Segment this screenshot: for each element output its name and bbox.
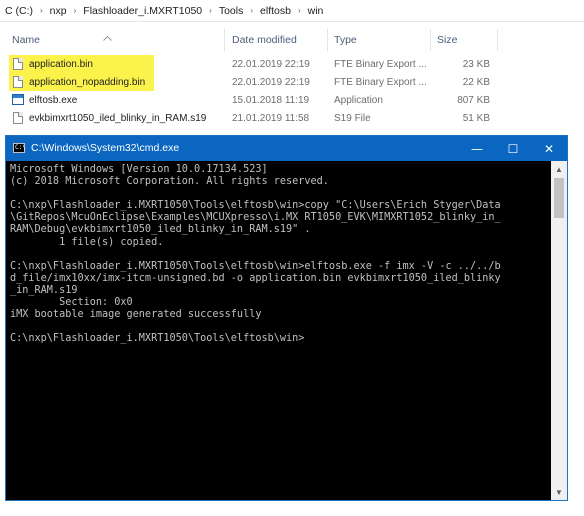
maximize-icon: ☐ [507,141,519,156]
breadcrumb: C (C:) › nxp › Flashloader_i.MXRT1050 › … [0,0,584,22]
console-line: d_file/imx10xx/imx-itcm-unsigned.bd -o a… [10,272,501,284]
sort-up-icon [103,34,112,43]
console-line: RAM\Debug\evkbimxrt1050_iled_blinky_in_R… [10,224,311,236]
chevron-right-icon: › [40,6,43,15]
cmd-titlebar[interactable]: C:\ C:\Windows\System32\cmd.exe — ☐ ✕ [6,136,567,161]
chevron-right-icon: › [209,6,212,15]
file-icon [13,76,23,88]
console-line: C:\nxp\Flashloader_i.MXRT1050\Tools\elft… [10,260,501,272]
column-header-size[interactable]: Size [437,34,457,46]
breadcrumb-win[interactable]: win [306,5,326,17]
file-icon [13,58,23,70]
column-header-type[interactable]: Type [334,34,357,46]
file-icon [13,112,23,124]
file-date: 15.01.2018 11:19 [232,95,310,106]
console-output[interactable]: Microsoft Windows [Version 10.0.17134.52… [10,164,550,496]
column-headers: Name Date modified Type Size [0,25,584,51]
exe-icon [12,94,24,105]
console-line: iMX bootable image generated successfull… [10,309,262,321]
chevron-right-icon: › [297,6,301,15]
cmd-app-icon-label: C:\ [15,144,26,151]
column-divider[interactable] [327,29,328,51]
cmd-app-icon[interactable]: C:\ [13,143,26,153]
file-date: 21.01.2019 11:58 [232,113,310,124]
file-size: 51 KB [462,113,490,124]
file-name: elftosb.exe [29,95,78,106]
file-row[interactable]: application.bin 22.01.2019 22:19 FTE Bin… [0,55,584,91]
chevron-up-icon: ▲ [555,164,563,174]
file-type: FTE Binary Export ... [334,77,427,88]
console-line: (c) 2018 Microsoft Corporation. All righ… [10,176,329,188]
file-size: 23 KB [462,59,490,70]
window-title: C:\Windows\System32\cmd.exe [31,142,180,154]
column-divider[interactable] [497,29,498,51]
console-line: 1 file(s) copied. [10,236,164,248]
vertical-scrollbar[interactable]: ▲ ▼ [551,161,567,500]
column-header-name[interactable]: Name [12,34,40,46]
file-type: S19 File [334,113,371,124]
console-line: \GitRepos\McuOnEclipse\Examples\MCUXpres… [10,212,501,224]
minimize-icon: — [471,141,483,156]
breadcrumb-drive[interactable]: C (C:) [3,5,35,17]
file-date: 22.01.2019 22:19 [232,59,310,70]
console-line: Section: 0x0 [10,297,133,309]
file-name: application_nopadding.bin [29,77,146,88]
scroll-down-button[interactable]: ▼ [551,484,567,500]
file-name: application.bin [29,59,93,70]
close-button[interactable]: ✕ [531,136,567,161]
file-row[interactable]: application_nopadding.bin 22.01.2019 22:… [0,73,584,91]
chevron-right-icon: › [73,6,77,15]
console-prompt[interactable]: C:\nxp\Flashloader_i.MXRT1050\Tools\elft… [10,333,550,345]
close-icon: ✕ [543,141,555,156]
breadcrumb-elftosb[interactable]: elftosb [258,5,293,17]
breadcrumb-nxp[interactable]: nxp [48,5,69,17]
column-divider[interactable] [224,29,225,51]
scrollbar-thumb[interactable] [554,178,564,218]
file-row[interactable]: evkbimxrt1050_iled_blinky_in_RAM.s19 21.… [0,109,584,127]
file-row[interactable]: elftosb.exe 15.01.2018 11:19 Application… [0,91,584,109]
console-line: C:\nxp\Flashloader_i.MXRT1050\Tools\elft… [10,200,501,212]
chevron-down-icon: ▼ [555,487,563,497]
file-size: 807 KB [457,95,490,106]
console-line: _in_RAM.s19 [10,284,78,296]
file-type: FTE Binary Export ... [334,59,427,70]
breadcrumb-tools[interactable]: Tools [217,5,246,17]
maximize-button[interactable]: ☐ [495,136,531,161]
file-name: evkbimxrt1050_iled_blinky_in_RAM.s19 [29,113,207,124]
chevron-right-icon: › [250,6,254,15]
file-type: Application [334,95,383,106]
column-header-date[interactable]: Date modified [232,34,297,46]
file-date: 22.01.2019 22:19 [232,77,310,88]
minimize-button[interactable]: — [459,136,495,161]
file-size: 22 KB [462,77,490,88]
cmd-window[interactable]: C:\ C:\Windows\System32\cmd.exe — ☐ ✕ Mi… [5,135,568,501]
console-line: Microsoft Windows [Version 10.0.17134.52… [10,164,268,175]
breadcrumb-flashloader[interactable]: Flashloader_i.MXRT1050 [81,5,204,17]
column-divider[interactable] [430,29,431,51]
scroll-up-button[interactable]: ▲ [551,161,567,177]
